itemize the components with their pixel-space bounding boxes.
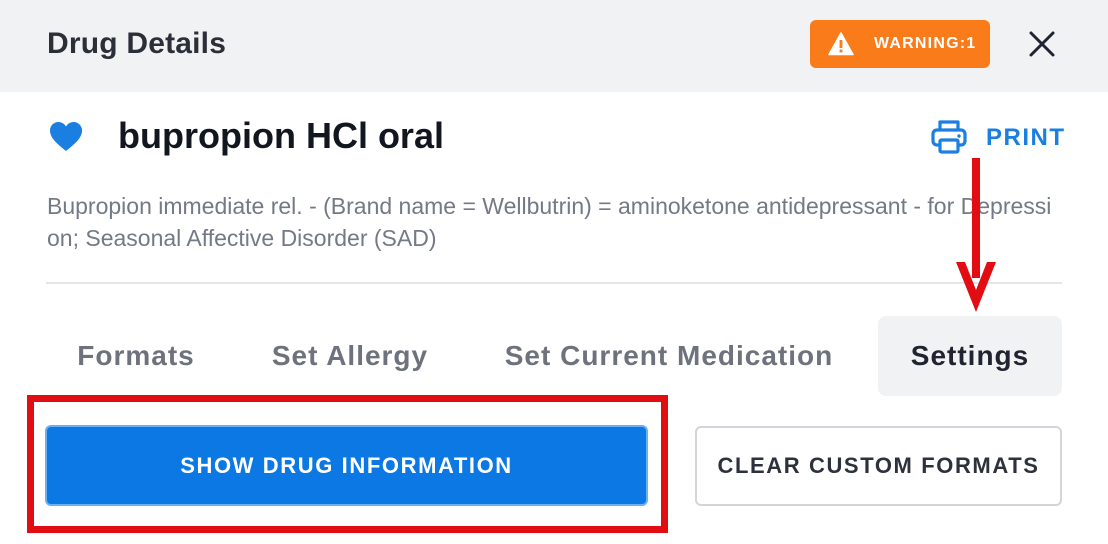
divider — [46, 282, 1062, 284]
warning-badge[interactable]: WARNING:1 — [810, 20, 990, 68]
drug-name: bupropion HCl oral — [118, 115, 444, 156]
tab-set-allergy[interactable]: Set Allergy — [252, 316, 448, 396]
tab-set-current-medication[interactable]: Set Current Medication — [486, 316, 852, 396]
dialog-header: Drug Details WARNING:1 — [0, 0, 1108, 92]
heart-icon[interactable] — [49, 121, 83, 153]
close-icon[interactable] — [1028, 30, 1056, 58]
tab-formats[interactable]: Formats — [60, 316, 212, 396]
warning-icon — [828, 32, 854, 56]
annotation-arrow-icon — [956, 158, 996, 312]
drug-description: Bupropion immediate rel. - (Brand name =… — [47, 193, 1052, 251]
print-button[interactable]: PRINT — [930, 115, 1070, 159]
printer-icon — [931, 120, 967, 154]
dialog-title: Drug Details — [47, 27, 227, 60]
print-label: PRINT — [986, 124, 1066, 151]
show-drug-information-button[interactable]: SHOW DRUG INFORMATION — [45, 425, 648, 506]
warning-label: WARNING:1 — [874, 35, 977, 52]
clear-custom-formats-button[interactable]: CLEAR CUSTOM FORMATS — [695, 426, 1062, 506]
tab-settings[interactable]: Settings — [878, 316, 1062, 396]
